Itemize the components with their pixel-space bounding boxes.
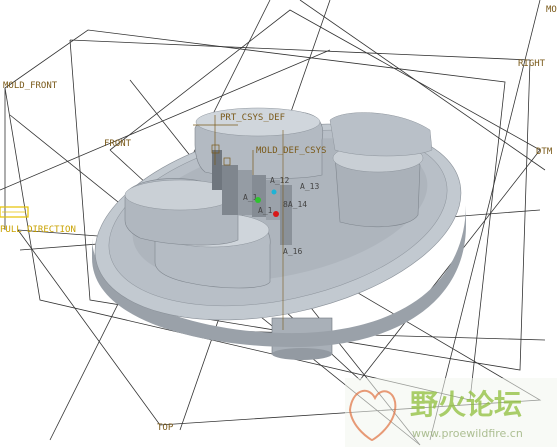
axis-label-a16[interactable]: A_16 bbox=[283, 247, 302, 256]
csys-label-mold-def-csys[interactable]: MOLD_DEF_CSYS bbox=[256, 146, 326, 156]
pull-direction-label: PULL DIRECTION bbox=[0, 225, 76, 235]
csys-label-prt-csys-def[interactable]: PRT_CSYS_DEF bbox=[220, 113, 285, 123]
datum-label-top[interactable]: TOP bbox=[157, 423, 174, 433]
axis-marker-cyan-icon bbox=[271, 189, 277, 195]
watermark-url: www.proewildfire.cn bbox=[412, 427, 523, 440]
datum-label-front[interactable]: FRONT bbox=[104, 139, 132, 149]
axis-label-a12[interactable]: A_12 bbox=[270, 176, 289, 185]
cad-viewport[interactable]: PULL DIRECTION MO RIGHT MOLD_FRONT FRONT… bbox=[0, 0, 557, 447]
watermark-name: 野火论坛 bbox=[410, 388, 522, 421]
watermark: 野火论坛 www.proewildfire.cn bbox=[345, 378, 557, 447]
datum-label-right[interactable]: RIGHT bbox=[518, 59, 546, 69]
axis-label-a1-mid[interactable]: A_1 bbox=[258, 206, 273, 215]
cavity-lobe-upper-right bbox=[329, 112, 433, 157]
axis-marker-green-icon bbox=[255, 197, 261, 203]
pull-direction-indicator[interactable]: PULL DIRECTION bbox=[0, 206, 76, 235]
datum-label-dtm[interactable]: DTM bbox=[536, 147, 553, 157]
axis-label-a14[interactable]: 8A_14 bbox=[283, 200, 307, 209]
bottom-boss-face bbox=[272, 348, 332, 360]
molded-part[interactable] bbox=[77, 93, 479, 360]
datum-label-mold-right[interactable]: MO bbox=[546, 5, 557, 15]
axis-marker-red-icon bbox=[273, 211, 279, 217]
datum-label-mold-front[interactable]: MOLD_FRONT bbox=[3, 81, 58, 91]
axis-label-a13[interactable]: A_13 bbox=[300, 182, 319, 191]
